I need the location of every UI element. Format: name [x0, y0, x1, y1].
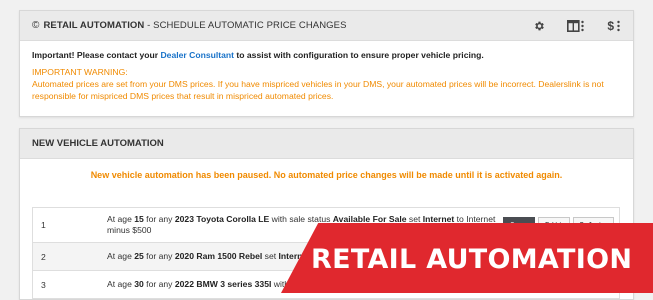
important-prefix: Important! Please contact your: [32, 50, 161, 60]
page-title-bold: RETAIL AUTOMATION: [43, 20, 145, 31]
important-suffix: to assist with configuration to ensure p…: [234, 50, 484, 60]
panel-header: © RETAIL AUTOMATION - SCHEDULE AUTOMATIC …: [20, 11, 633, 41]
header-tools: $: [533, 19, 621, 33]
dollar-label: $: [607, 18, 614, 33]
warning-text: Automated prices are set from your DMS p…: [32, 79, 604, 101]
copyright-icon: ©: [32, 20, 40, 31]
banner-text: RETAIL AUTOMATION: [311, 244, 633, 275]
gear-icon[interactable]: [533, 20, 545, 32]
dollar-icon[interactable]: $: [607, 19, 621, 33]
rule-number: 2: [41, 251, 46, 262]
dealer-consultant-link[interactable]: Dealer Consultant: [160, 50, 234, 60]
retail-automation-panel: © RETAIL AUTOMATION - SCHEDULE AUTOMATIC …: [19, 10, 634, 117]
columns-icon[interactable]: [567, 19, 585, 32]
important-notice: Important! Please contact your Dealer Co…: [32, 50, 621, 60]
rule-number: 1: [41, 220, 46, 230]
page-title-rest: - SCHEDULE AUTOMATIC PRICE CHANGES: [144, 20, 347, 31]
warning-title: IMPORTANT WARNING:: [32, 67, 128, 77]
nva-header: NEW VEHICLE AUTOMATION: [20, 129, 633, 159]
paused-message: New vehicle automation has been paused. …: [90, 170, 563, 180]
nva-title: NEW VEHICLE AUTOMATION: [32, 138, 164, 149]
rule-number: 3: [41, 279, 46, 290]
page-title: © RETAIL AUTOMATION - SCHEDULE AUTOMATIC …: [32, 20, 347, 31]
